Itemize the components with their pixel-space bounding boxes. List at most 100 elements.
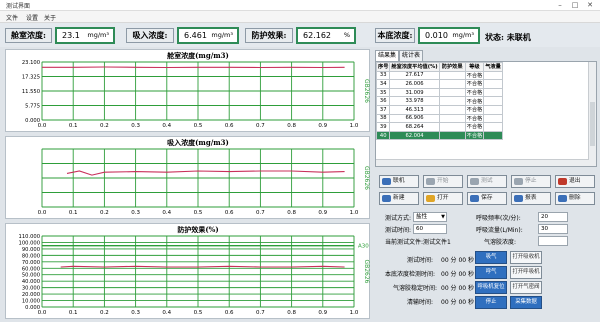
menu-file[interactable]: 文件 bbox=[6, 13, 18, 22]
cabin-concentration-label: 舱室浓度: bbox=[5, 28, 52, 43]
tab-result-set[interactable]: 结果集 bbox=[375, 50, 399, 61]
toolbar-button-6[interactable]: 新建 bbox=[379, 192, 419, 205]
toolbar-icon bbox=[558, 178, 567, 185]
toolbar-button-5[interactable]: 退出 bbox=[555, 175, 595, 188]
x-tick-label: 0.7 bbox=[256, 123, 265, 129]
x-tick-label: 0.7 bbox=[256, 210, 265, 216]
table-row[interactable]: 33 27.617 不合格 bbox=[376, 70, 503, 81]
toolbar-icon bbox=[514, 178, 523, 185]
breath-rate-input[interactable]: 20 bbox=[538, 212, 568, 222]
toolbar-button-7[interactable]: 打开 bbox=[423, 192, 463, 205]
x-tick-label: 0.9 bbox=[318, 123, 327, 129]
toolbar-button-3[interactable]: 测试 bbox=[467, 175, 507, 188]
test-method-select[interactable]: 盐性 ▼ bbox=[413, 212, 447, 222]
chart-title: 吸入浓度(mg/m3) bbox=[167, 138, 229, 147]
toolbar-button-label: 保存 bbox=[481, 195, 493, 201]
control-button-2[interactable]: 打开吸收机 bbox=[510, 251, 542, 264]
table-cell bbox=[438, 96, 466, 106]
x-tick-label: 0.2 bbox=[100, 210, 109, 216]
x-tick-label: 0.2 bbox=[100, 123, 109, 129]
menu-settings[interactable]: 设置 bbox=[26, 13, 38, 22]
background-concentration-label: 本底浓度: bbox=[375, 28, 415, 43]
table-cell: 36 bbox=[376, 96, 391, 106]
table-row[interactable]: 40 62.004 不合格 bbox=[376, 130, 503, 141]
table-cell bbox=[483, 113, 503, 124]
table-cell: 35 bbox=[376, 87, 391, 98]
table-header-row: 序号 舱室浓度平均值(%) 防护效果 等级 气液量 bbox=[376, 62, 503, 72]
table-row[interactable]: 34 26.006 不合格 bbox=[376, 79, 503, 89]
x-tick-label: 0.8 bbox=[287, 210, 296, 216]
toolbar-icon bbox=[470, 195, 479, 202]
minimize-button[interactable]: – bbox=[553, 0, 567, 10]
control-button-1[interactable]: 吸气 bbox=[475, 251, 507, 264]
table-cell: 34 bbox=[376, 79, 391, 89]
menu-about[interactable]: 关于 bbox=[44, 13, 56, 22]
control-button-7[interactable]: 停止 bbox=[475, 296, 507, 309]
x-tick-label: 0.6 bbox=[225, 310, 234, 316]
table-row[interactable]: 35 31.009 不合格 bbox=[376, 87, 503, 98]
table-vertical-scrollbar[interactable] bbox=[588, 62, 596, 166]
control-button-5[interactable]: 呼吸机复位 bbox=[475, 281, 507, 294]
table-cell: 不合格 bbox=[464, 104, 485, 115]
table-row[interactable]: 37 46.313 不合格 bbox=[376, 104, 503, 115]
table-row[interactable]: 39 68.264 不合格 bbox=[376, 122, 503, 132]
x-tick-label: 0.4 bbox=[162, 123, 171, 129]
close-button[interactable]: ✕ bbox=[583, 0, 597, 10]
chart-title: 防护效果(%) bbox=[177, 225, 218, 234]
x-tick-label: 0.8 bbox=[287, 123, 296, 129]
timer-flush-value: 00 分 00 秒 bbox=[441, 299, 474, 306]
tab-statistics[interactable]: 统计表 bbox=[399, 50, 423, 61]
control-button-6[interactable]: 打开气密阀 bbox=[510, 281, 542, 294]
timer-flush-label: 清输时间: bbox=[407, 299, 434, 306]
table-cell bbox=[438, 113, 466, 124]
test-time-input[interactable]: 60 bbox=[413, 224, 447, 234]
table-cell: 68.264 bbox=[389, 122, 440, 132]
toolbar-icon bbox=[382, 178, 391, 185]
toolbar-button-4[interactable]: 停止 bbox=[511, 175, 551, 188]
inhale-chart: 吸入浓度(mg/m3) 0.0 0.1 0.2 0.3 0.4 0.5 0.6 0.7 0.8 0.… bbox=[5, 136, 370, 219]
table-horizontal-scrollbar[interactable] bbox=[376, 159, 589, 166]
toolbar-button-1[interactable]: 联机 bbox=[379, 175, 419, 188]
toolbar-icon bbox=[382, 195, 391, 202]
table-cell bbox=[438, 79, 466, 89]
table-cell: 不合格 bbox=[464, 87, 485, 98]
control-button-8[interactable]: 采集数据 bbox=[510, 296, 542, 309]
toolbar-icon bbox=[470, 178, 479, 185]
breath-rate-label: 呼吸频率(次/分): bbox=[476, 215, 521, 222]
control-button-4[interactable]: 打开呼吸机 bbox=[510, 266, 542, 279]
timer-background-label: 本底浓度检测时间: bbox=[385, 271, 436, 278]
toolbar-icon bbox=[514, 195, 523, 202]
timer-aerosol-label: 气溶胶稳定时间: bbox=[393, 285, 438, 292]
aerosol-concentration-input[interactable] bbox=[538, 236, 568, 246]
toolbar-icon bbox=[426, 195, 435, 202]
toolbar-button-label: 退出 bbox=[569, 178, 581, 184]
table-cell: 不合格 bbox=[464, 70, 485, 81]
control-button-3[interactable]: 呼气 bbox=[475, 266, 507, 279]
table-row[interactable]: 36 33.978 不合格 bbox=[376, 96, 503, 106]
test-time-label: 测试时间: bbox=[385, 227, 412, 234]
x-tick-label: 0.6 bbox=[225, 123, 234, 129]
toolbar-icon bbox=[558, 195, 567, 202]
x-tick-label: 0.3 bbox=[131, 210, 140, 216]
y-tick-label: 80.000 bbox=[22, 253, 40, 259]
table-cell: 62.004 bbox=[389, 130, 440, 141]
table-cell: 46.313 bbox=[389, 104, 440, 115]
toolbar-button-9[interactable]: 报表 bbox=[511, 192, 551, 205]
toolbar-button-2[interactable]: 开始 bbox=[423, 175, 463, 188]
table-cell bbox=[483, 79, 503, 89]
maximize-button[interactable]: □ bbox=[568, 0, 582, 10]
scroll-thumb[interactable] bbox=[590, 102, 595, 146]
breath-flow-label: 呼吸流量(L/Min): bbox=[476, 227, 523, 234]
side-label: GB2626 bbox=[363, 79, 370, 103]
readings-bar: 舱室浓度: 23.1 mg/m³ 吸入浓度: 6.461 mg/m³ 防护效果: 6… bbox=[0, 23, 600, 47]
x-tick-label: 0.2 bbox=[100, 310, 109, 316]
toolbar-button-label: 停止 bbox=[525, 178, 537, 184]
table-row[interactable]: 38 66.906 不合格 bbox=[376, 113, 503, 124]
y-tick-label: 70.000 bbox=[22, 260, 40, 266]
table-cell bbox=[438, 87, 466, 98]
cabin-chart: 舱室浓度(mg/m3) 0.0 0.1 0.2 0.3 0.4 0.5 0.6 0.7 0.8 0.… bbox=[5, 49, 370, 132]
breath-flow-input[interactable]: 30 bbox=[538, 224, 568, 234]
x-tick-label: 0.7 bbox=[256, 310, 265, 316]
toolbar-button-10[interactable]: 删除 bbox=[555, 192, 595, 205]
toolbar-button-8[interactable]: 保存 bbox=[467, 192, 507, 205]
